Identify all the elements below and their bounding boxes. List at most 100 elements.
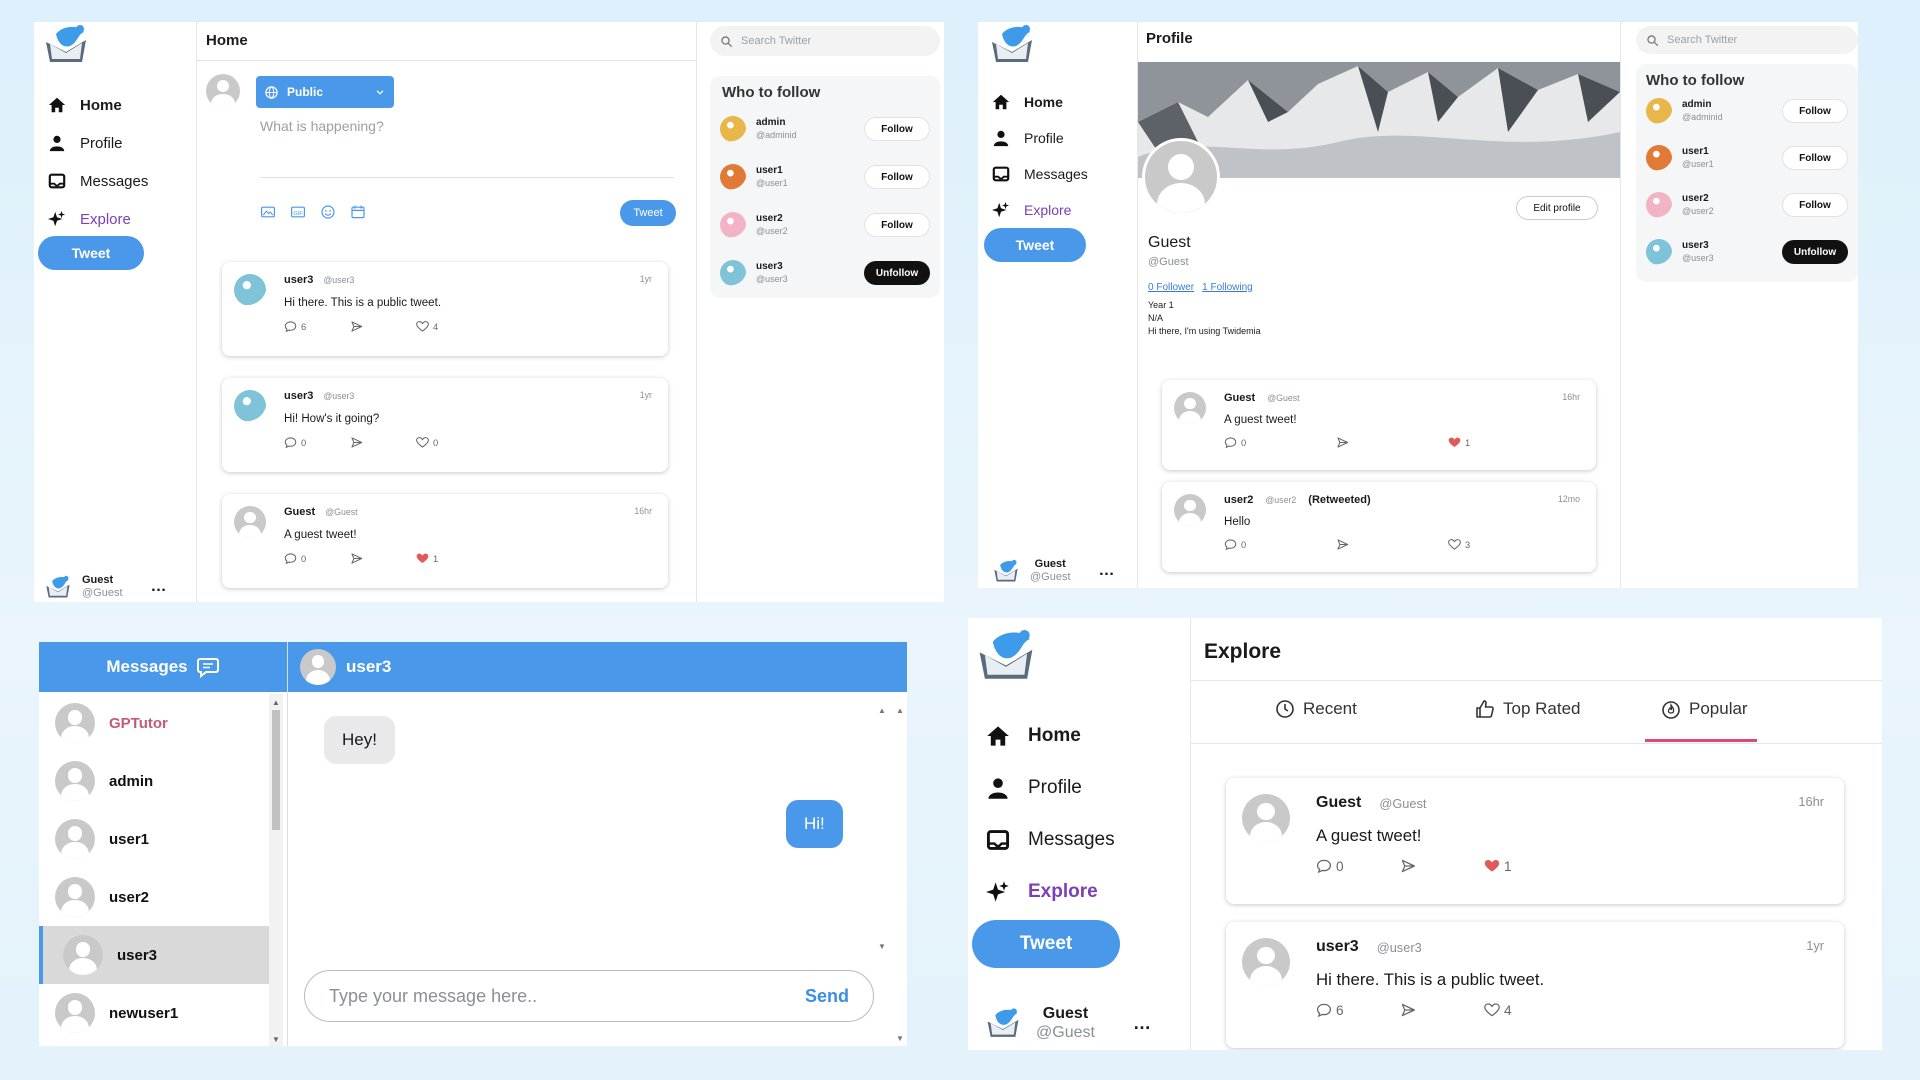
heart-filled-icon[interactable] [1484,858,1500,874]
tweet-card[interactable]: Guest @Guest 16hr A guest tweet! 0 1 [1162,380,1596,470]
comment-action[interactable]: 0 [1224,436,1336,449]
tweet-author[interactable]: user3 [1316,938,1359,956]
account-switcher[interactable]: Guest @Guest … [984,1004,1151,1042]
comment-action[interactable]: 0 [284,552,350,565]
account-switcher[interactable]: Guest @Guest … [44,574,167,600]
nav-item-explore[interactable]: Explore [48,200,148,238]
comment-action[interactable]: 6 [1316,1002,1400,1018]
follow-button[interactable]: Follow [1782,146,1848,170]
like-action[interactable]: 4 [1484,1002,1512,1018]
like-action[interactable]: 4 [416,320,438,333]
share-action[interactable] [1336,436,1448,449]
tweet-card[interactable]: Guest @Guest 16hr A guest tweet! 0 1 [222,494,668,588]
more-options-icon[interactable]: … [151,578,167,596]
comment-icon[interactable] [1316,858,1332,874]
share-icon[interactable] [1400,1002,1416,1018]
tab-recent[interactable]: Recent [1275,699,1357,719]
like-action[interactable]: 1 [1448,436,1470,449]
follow-suggestion[interactable]: user1 @user1 Follow [720,164,930,190]
comment-action[interactable]: 0 [284,436,350,449]
follow-button[interactable]: Follow [864,165,930,189]
suggestion-name[interactable]: user3 [756,261,788,273]
heart-filled-icon[interactable] [416,552,429,565]
suggestion-name[interactable]: user2 [756,213,788,225]
nav-item-profile[interactable]: Profile [986,762,1115,814]
heart-icon[interactable] [416,320,429,333]
nav-item-explore[interactable]: Explore [992,192,1088,228]
share-action[interactable] [350,552,416,565]
tweet-button[interactable]: Tweet [972,920,1120,968]
tweet-button[interactable]: Tweet [38,236,144,270]
message-input[interactable]: Type your message here.. Send [304,970,874,1022]
comment-icon[interactable] [1224,538,1237,551]
contact-scrollbar[interactable]: ▲ ▼ [269,694,283,1046]
tweet-card[interactable]: user3 @user3 1yr Hi there. This is a public… [1226,922,1844,1048]
contact-item[interactable]: admin [39,752,269,810]
tweet-author[interactable]: Guest [1316,794,1361,812]
comment-action[interactable]: 6 [284,320,350,333]
tab-top-rated[interactable]: Top Rated [1475,699,1581,719]
share-icon[interactable] [350,320,363,333]
nav-item-profile[interactable]: Profile [48,124,148,162]
share-icon[interactable] [350,436,363,449]
following-link[interactable]: 1 Following [1202,282,1253,293]
compose-tweet-button[interactable]: Tweet [620,200,676,226]
share-action[interactable] [1400,1002,1484,1018]
share-icon[interactable] [350,552,363,565]
contact-item[interactable]: newuser1 [39,984,269,1042]
share-icon[interactable] [1400,858,1416,874]
suggestion-name[interactable]: user3 [1682,240,1714,252]
nav-item-messages[interactable]: Messages [986,814,1115,866]
comment-icon[interactable] [284,436,297,449]
tweet-author[interactable]: user3 [284,390,313,402]
suggestion-name[interactable]: user1 [756,165,788,177]
nav-item-explore[interactable]: Explore [986,866,1115,918]
contact-item[interactable]: user1 [39,810,269,868]
share-action[interactable] [1336,538,1448,551]
share-action[interactable] [350,320,416,333]
like-action[interactable]: 0 [416,436,438,449]
comment-icon[interactable] [284,320,297,333]
follow-suggestion[interactable]: user2 @user2 Follow [1646,192,1848,218]
share-icon[interactable] [1336,436,1349,449]
gif-icon[interactable] [290,204,306,220]
app-logo-icon[interactable] [42,22,90,66]
nav-item-home[interactable]: Home [48,86,148,124]
tweet-author[interactable]: Guest [1224,392,1255,404]
comment-icon[interactable] [1316,1002,1332,1018]
schedule-icon[interactable] [350,204,366,220]
send-button[interactable]: Send [805,986,849,1007]
like-action[interactable]: 3 [1448,538,1470,551]
share-icon[interactable] [1336,538,1349,551]
heart-icon[interactable] [1448,538,1461,551]
more-options-icon[interactable]: … [1099,562,1115,580]
like-action[interactable]: 1 [416,552,438,565]
follow-button[interactable]: Follow [1782,193,1848,217]
contact-item[interactable]: user2 [39,868,269,926]
suggestion-name[interactable]: user2 [1682,193,1714,205]
comment-action[interactable]: 0 [1224,538,1336,551]
follow-button[interactable]: Follow [864,117,930,141]
follow-suggestion[interactable]: user3 @user3 Unfollow [720,260,930,286]
tweet-author[interactable]: user2 [1224,494,1253,506]
nav-item-messages[interactable]: Messages [992,156,1088,192]
app-logo-icon[interactable] [988,22,1036,66]
followers-link[interactable]: 0 Follower [1148,282,1194,293]
share-action[interactable] [1400,858,1484,874]
follow-suggestion[interactable]: user3 @user3 Unfollow [1646,239,1848,265]
nav-item-profile[interactable]: Profile [992,120,1088,156]
heart-icon[interactable] [416,436,429,449]
app-logo-icon[interactable] [974,626,1038,684]
contact-item[interactable]: user3 [39,926,269,984]
tab-popular[interactable]: Popular [1661,699,1748,719]
tweet-author[interactable]: user3 [284,274,313,286]
suggestion-name[interactable]: admin [1682,99,1723,111]
share-action[interactable] [350,436,416,449]
visibility-dropdown[interactable]: Public [256,76,394,108]
heart-filled-icon[interactable] [1448,436,1461,449]
emoji-icon[interactable] [320,204,336,220]
tweet-card[interactable]: Guest @Guest 16hr A guest tweet! 0 1 [1226,778,1844,904]
search-input[interactable]: Search Twitter [710,26,940,56]
edit-profile-button[interactable]: Edit profile [1516,196,1598,220]
nav-item-home[interactable]: Home [986,710,1115,762]
